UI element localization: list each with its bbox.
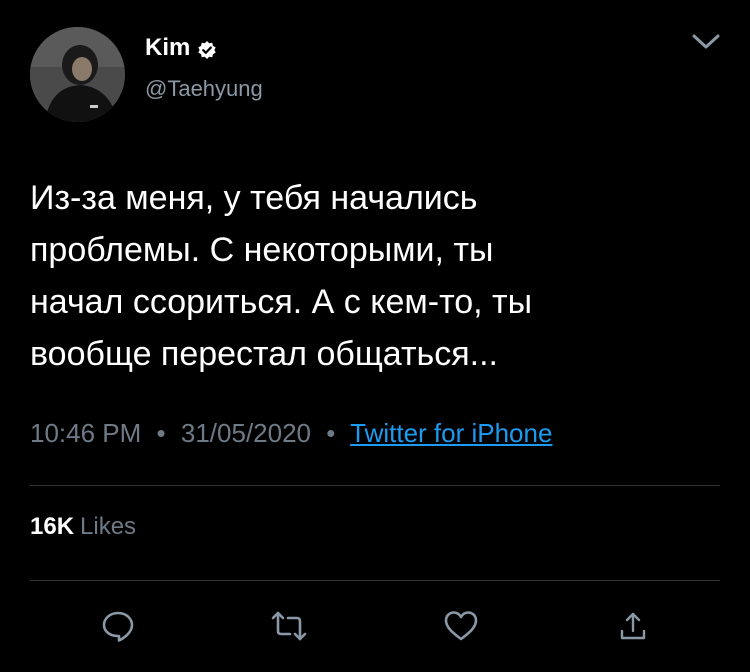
meta-separator: •	[326, 418, 336, 448]
heart-icon	[444, 611, 478, 641]
tweet-line: начал ссориться. А с кем-то, ты	[30, 283, 533, 321]
tweet-source-link[interactable]: Twitter for iPhone	[350, 418, 552, 448]
handle[interactable]: @Taehyung	[145, 76, 263, 102]
avatar-image	[30, 27, 125, 122]
reply-icon	[102, 611, 134, 642]
display-name: Kim	[145, 34, 191, 61]
like-button[interactable]	[441, 606, 481, 646]
tweet-meta: 10:46 PM • 31/05/2020 • Twitter for iPho…	[30, 416, 552, 450]
likes-label: Likes	[80, 513, 137, 540]
share-button[interactable]	[613, 606, 653, 646]
tweet-line: проблемы. С некоторыми, ты	[30, 231, 494, 269]
tweet-text: Из-за меня, у тебя начались проблемы. С …	[30, 172, 720, 380]
likes-stat[interactable]: 16K Likes	[30, 512, 136, 542]
retweet-icon	[271, 611, 307, 641]
tweet-line: Из-за меня, у тебя начались	[30, 179, 478, 217]
divider	[30, 580, 720, 581]
tweet-line: вообще перестал общаться...	[30, 335, 498, 373]
likes-count: 16K	[30, 513, 75, 540]
avatar[interactable]	[30, 27, 125, 122]
tweet-date: 31/05/2020	[180, 418, 312, 448]
reply-button[interactable]	[98, 606, 138, 646]
verified-badge-icon	[197, 38, 217, 59]
divider	[30, 485, 720, 486]
chevron-down-icon[interactable]	[690, 30, 722, 54]
author-name-row[interactable]: Kim	[145, 33, 217, 63]
meta-separator: •	[156, 418, 166, 448]
retweet-button[interactable]	[269, 606, 309, 646]
tweet-time: 10:46 PM	[30, 418, 142, 448]
share-icon	[620, 612, 646, 640]
